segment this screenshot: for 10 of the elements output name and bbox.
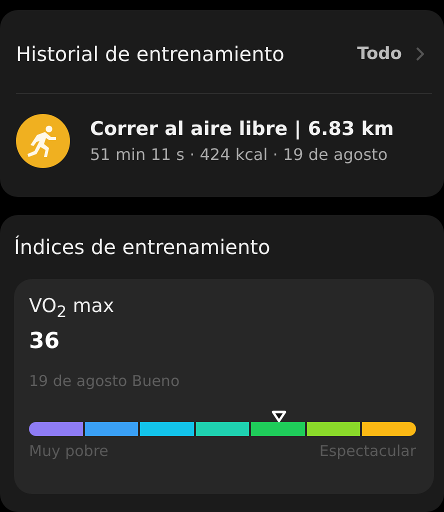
section-title: Índices de entrenamiento (14, 235, 272, 259)
workout-title: Correr al aire libre | 6.83 km (90, 118, 394, 140)
workout-item[interactable]: Correr al aire libre | 6.83 km 51 min 11 s · 424 kcal · 19 de agosto (16, 94, 432, 168)
metric-label: VO$_{2}$ max (29, 295, 116, 321)
card-title: Historial de entrenamiento (16, 42, 284, 66)
runner-icon (16, 114, 70, 168)
all-link[interactable]: Todo (357, 44, 432, 64)
workout-details: 51 min 11 s · 424 kcal · 19 de agosto (90, 145, 389, 164)
chevron-icon (416, 46, 424, 60)
metric-value: 36 (29, 328, 61, 354)
